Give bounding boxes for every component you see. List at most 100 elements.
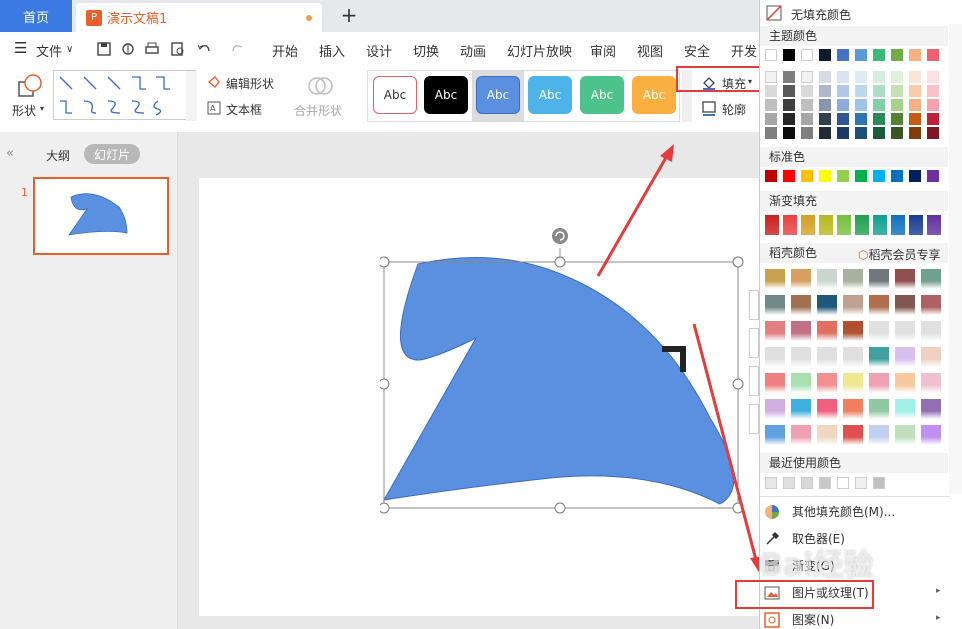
theme-shade-swatch[interactable]	[855, 99, 867, 111]
theme-shade-swatch[interactable]	[855, 71, 867, 83]
recent-color-swatch[interactable]	[765, 477, 777, 489]
gradient-swatch[interactable]	[873, 215, 887, 235]
recent-color-swatch[interactable]	[801, 477, 813, 489]
gradient-swatch[interactable]	[837, 215, 851, 235]
shape-style-3[interactable]: Abc	[476, 76, 520, 114]
docer-swatch[interactable]	[895, 295, 915, 315]
theme-shade-swatch[interactable]	[837, 113, 849, 125]
shapes-icon[interactable]	[16, 72, 44, 100]
recent-color-swatch[interactable]	[873, 477, 885, 489]
docer-swatch[interactable]	[791, 373, 811, 393]
theme-shade-swatch[interactable]	[927, 71, 939, 83]
edit-shape-icon[interactable]	[206, 74, 222, 90]
theme-shade-swatch[interactable]	[801, 127, 813, 139]
docer-swatch[interactable]	[921, 373, 941, 393]
menu-insert[interactable]: 插入	[319, 41, 345, 60]
export-icon[interactable]	[120, 41, 136, 57]
theme-shade-swatch[interactable]	[801, 113, 813, 125]
docer-swatch[interactable]	[921, 269, 941, 289]
gradient-swatch[interactable]	[855, 215, 869, 235]
docer-swatch[interactable]	[817, 269, 837, 289]
print-preview-icon[interactable]	[170, 41, 186, 57]
theme-shade-swatch[interactable]	[783, 127, 795, 139]
recent-color-swatch[interactable]	[819, 477, 831, 489]
standard-color-swatch[interactable]	[927, 170, 939, 182]
gradient-swatch[interactable]	[909, 215, 923, 235]
docer-swatch[interactable]	[765, 347, 785, 367]
menu-developer[interactable]: 开发	[731, 41, 757, 60]
theme-color-swatch[interactable]	[891, 49, 903, 61]
docer-swatch[interactable]	[921, 347, 941, 367]
theme-shade-swatch[interactable]	[873, 127, 885, 139]
theme-shade-swatch[interactable]	[765, 99, 777, 111]
gradient-swatch[interactable]	[891, 215, 905, 235]
docer-swatch[interactable]	[895, 321, 915, 341]
standard-color-swatch[interactable]	[855, 170, 867, 182]
theme-color-swatch[interactable]	[765, 49, 777, 61]
standard-color-swatch[interactable]	[819, 170, 831, 182]
standard-color-swatch[interactable]	[891, 170, 903, 182]
theme-shade-swatch[interactable]	[819, 71, 831, 83]
theme-shade-swatch[interactable]	[765, 85, 777, 97]
menu-animation[interactable]: 动画	[460, 41, 486, 60]
theme-shade-swatch[interactable]	[837, 85, 849, 97]
docer-swatch[interactable]	[843, 425, 863, 445]
theme-shade-swatch[interactable]	[909, 127, 921, 139]
pattern-item[interactable]: 图案(N)	[764, 611, 834, 628]
docer-swatch[interactable]	[791, 295, 811, 315]
docer-swatch[interactable]	[765, 399, 785, 419]
theme-color-swatch[interactable]	[801, 49, 813, 61]
menu-view[interactable]: 视图	[637, 41, 663, 60]
docer-swatch[interactable]	[921, 399, 941, 419]
textbox-icon[interactable]: A	[206, 100, 222, 116]
recent-color-swatch[interactable]	[783, 477, 795, 489]
docer-swatch[interactable]	[817, 321, 837, 341]
docer-swatch[interactable]	[869, 269, 889, 289]
gradient-swatch[interactable]	[765, 215, 779, 235]
gradient-swatch[interactable]	[801, 215, 815, 235]
theme-shade-swatch[interactable]	[819, 113, 831, 125]
theme-shade-swatch[interactable]	[855, 85, 867, 97]
standard-color-swatch[interactable]	[873, 170, 885, 182]
tab-slides[interactable]: 幻灯片	[84, 144, 140, 164]
redo-icon[interactable]	[230, 41, 246, 57]
docer-swatch[interactable]	[921, 425, 941, 445]
theme-color-swatch[interactable]	[783, 49, 795, 61]
docer-swatch[interactable]	[791, 425, 811, 445]
shape-style-2[interactable]: Abc	[424, 76, 468, 114]
theme-shade-swatch[interactable]	[783, 85, 795, 97]
theme-shade-swatch[interactable]	[891, 71, 903, 83]
theme-shade-swatch[interactable]	[765, 113, 777, 125]
theme-shade-swatch[interactable]	[819, 127, 831, 139]
theme-shade-swatch[interactable]	[765, 127, 777, 139]
shape-style-5[interactable]: Abc	[580, 76, 624, 114]
docer-swatch[interactable]	[791, 321, 811, 341]
outline-button[interactable]: 轮廓	[722, 101, 746, 118]
theme-shade-swatch[interactable]	[873, 113, 885, 125]
theme-shade-swatch[interactable]	[801, 71, 813, 83]
edit-shape-button[interactable]: 编辑形状	[226, 75, 274, 92]
recent-color-swatch[interactable]	[855, 477, 867, 489]
more-colors-item[interactable]: 其他填充颜色(M)...	[764, 503, 895, 520]
theme-shade-swatch[interactable]	[891, 85, 903, 97]
theme-shade-swatch[interactable]	[855, 127, 867, 139]
docer-swatch[interactable]	[869, 425, 889, 445]
docer-vip-label[interactable]: ⬡稻壳会员专享	[858, 246, 941, 263]
theme-shade-swatch[interactable]	[927, 127, 939, 139]
collapse-icon[interactable]: «	[6, 146, 14, 161]
docer-swatch[interactable]	[869, 347, 889, 367]
standard-color-swatch[interactable]	[801, 170, 813, 182]
docer-swatch[interactable]	[869, 321, 889, 341]
theme-shade-swatch[interactable]	[783, 113, 795, 125]
docer-swatch[interactable]	[843, 295, 863, 315]
docer-swatch[interactable]	[869, 373, 889, 393]
theme-shade-swatch[interactable]	[927, 99, 939, 111]
menu-transition[interactable]: 切换	[413, 41, 439, 60]
shape-style-4[interactable]: Abc	[528, 76, 572, 114]
menu-file[interactable]: 文件	[36, 41, 62, 60]
theme-shade-swatch[interactable]	[837, 127, 849, 139]
docer-swatch[interactable]	[765, 425, 785, 445]
gradient-swatch[interactable]	[819, 215, 833, 235]
theme-shade-swatch[interactable]	[909, 99, 921, 111]
save-icon[interactable]	[96, 41, 112, 57]
